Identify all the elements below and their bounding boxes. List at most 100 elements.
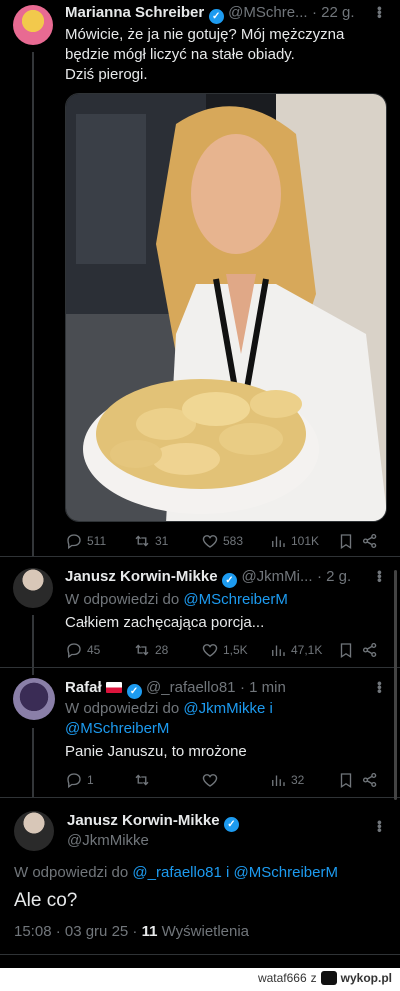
reply-count: 511 xyxy=(87,534,107,548)
avatar[interactable] xyxy=(13,5,53,45)
repost-count: 28 xyxy=(155,643,169,657)
repost-count: 31 xyxy=(155,534,169,548)
bookmark-button[interactable] xyxy=(337,641,361,659)
avatar[interactable] xyxy=(14,811,54,851)
tweet-header: Rafał ✓ @_rafaello81 · 1 min xyxy=(65,679,286,699)
verified-icon: ✓ xyxy=(224,817,239,832)
tweet-header: Janusz Korwin-Mikke ✓ xyxy=(67,812,239,832)
author-handle[interactable]: @_rafaello81 xyxy=(146,679,235,696)
reply-context: W odpowiedzi do @MSchreiberM xyxy=(65,591,288,608)
tweet-photo[interactable] xyxy=(65,93,387,522)
tweet-actions: 1 32 xyxy=(65,770,380,790)
divider xyxy=(0,797,400,798)
mention-link[interactable]: @JkmMikke xyxy=(183,700,265,717)
divider xyxy=(0,954,400,955)
bookmark-icon xyxy=(340,643,352,659)
tweet-header: Marianna Schreiber ✓ @MSchre... · 22 g. xyxy=(65,4,355,24)
like-button[interactable] xyxy=(201,771,269,789)
timestamp[interactable]: 15:08 · 03 gru 25 · xyxy=(14,923,137,940)
share-button[interactable] xyxy=(361,532,380,550)
view-count: 32 xyxy=(291,773,305,787)
tweet-text: Mówicie, że ja nie gotuję? Mój mężczyzna… xyxy=(65,26,345,83)
mention-link[interactable]: @MSchreiberM xyxy=(234,864,338,881)
tweet-actions: 45 28 1,5K 47,1K xyxy=(65,640,380,660)
bookmark-icon xyxy=(340,534,352,550)
author-name[interactable]: Marianna Schreiber xyxy=(65,4,204,21)
repost-icon xyxy=(135,535,149,547)
share-button[interactable] xyxy=(361,641,380,659)
reply-count: 45 xyxy=(87,643,101,657)
more-options-icon[interactable]: ••• xyxy=(372,820,388,832)
author-name[interactable]: Janusz Korwin-Mikke xyxy=(65,568,218,585)
view-count: 47,1K xyxy=(291,643,323,657)
heart-icon xyxy=(202,535,218,548)
views-label: Wyświetlenia xyxy=(161,923,250,940)
like-count: 1,5K xyxy=(223,643,248,657)
view-count: 101K xyxy=(291,534,320,548)
timestamp[interactable]: · 22 g. xyxy=(312,4,355,21)
verified-icon: ✓ xyxy=(126,684,142,699)
timestamp[interactable]: · 1 min xyxy=(240,679,286,696)
more-options-icon[interactable]: ••• xyxy=(372,6,388,18)
share-icon xyxy=(362,642,377,658)
tweet-text: Całkiem zachęcająca porcja... xyxy=(65,614,265,631)
author-name[interactable]: Janusz Korwin-Mikke xyxy=(67,812,220,829)
reply-button[interactable]: 1 xyxy=(65,771,133,789)
timestamp[interactable]: · 2 g. xyxy=(317,568,351,585)
avatar[interactable] xyxy=(13,568,53,608)
views-button[interactable]: 47,1K xyxy=(269,641,337,659)
thread-line xyxy=(32,615,34,675)
reply-context: W odpowiedzi do @JkmMikke i @MSchreiberM xyxy=(65,700,273,737)
reply-icon xyxy=(67,773,81,789)
heart-icon xyxy=(202,774,218,787)
reply-button[interactable]: 45 xyxy=(65,641,133,659)
thread-line xyxy=(32,728,34,798)
reply-icon xyxy=(67,534,81,550)
repost-button[interactable]: 28 xyxy=(133,641,201,659)
more-options-icon[interactable]: ••• xyxy=(372,570,388,582)
bookmark-button[interactable] xyxy=(337,771,361,789)
share-button[interactable] xyxy=(361,771,380,789)
divider xyxy=(0,667,400,668)
analytics-icon xyxy=(272,775,285,786)
thread-line xyxy=(32,52,34,557)
analytics-icon xyxy=(272,645,285,656)
avatar[interactable] xyxy=(13,678,55,720)
author-handle[interactable]: @MSchre... xyxy=(228,4,307,21)
mention-link[interactable]: @_rafaello81 xyxy=(132,864,221,881)
repost-button[interactable]: 31 xyxy=(133,532,201,550)
tweet-text: Ale co? xyxy=(14,890,78,911)
share-icon xyxy=(362,533,377,549)
like-button[interactable]: 583 xyxy=(201,532,269,550)
verified-icon: ✓ xyxy=(208,9,224,24)
bookmark-button[interactable] xyxy=(337,532,361,550)
author-handle[interactable]: @JkmMikke xyxy=(67,832,149,849)
wykop-logo-icon xyxy=(320,971,337,985)
photo-image xyxy=(66,94,386,521)
views-button[interactable]: 101K xyxy=(269,532,337,550)
tweet-text: Panie Januszu, to mrożone xyxy=(65,743,247,760)
like-button[interactable]: 1,5K xyxy=(201,641,269,659)
mention-link[interactable]: @MSchreiberM xyxy=(65,720,169,737)
more-options-icon[interactable]: ••• xyxy=(372,681,388,693)
divider xyxy=(0,556,400,557)
reply-icon xyxy=(67,643,81,659)
heart-icon xyxy=(202,644,218,657)
author-handle[interactable]: @JkmMi... xyxy=(241,568,312,585)
reply-count: 1 xyxy=(87,773,94,787)
like-count: 583 xyxy=(223,534,244,548)
tweet-header: Janusz Korwin-Mikke ✓ @JkmMi... · 2 g. xyxy=(65,568,351,588)
repost-button[interactable] xyxy=(133,771,201,789)
reply-context: W odpowiedzi do @_rafaello81 i @MSchreib… xyxy=(14,864,338,881)
mention-link[interactable]: @MSchreiberM xyxy=(183,591,287,608)
verified-icon: ✓ xyxy=(222,573,237,588)
views-button[interactable]: 32 xyxy=(269,771,337,789)
view-count: 11 xyxy=(141,923,158,940)
watermark-user: wataf666 xyxy=(257,971,307,985)
scrollbar[interactable] xyxy=(394,570,397,800)
repost-icon xyxy=(135,644,149,656)
reply-button[interactable]: 511 xyxy=(65,532,133,550)
watermark-bar: wataf666 z wykop.pl xyxy=(0,968,400,991)
watermark-sep: z xyxy=(310,971,317,985)
author-name[interactable]: Rafał xyxy=(65,679,102,696)
